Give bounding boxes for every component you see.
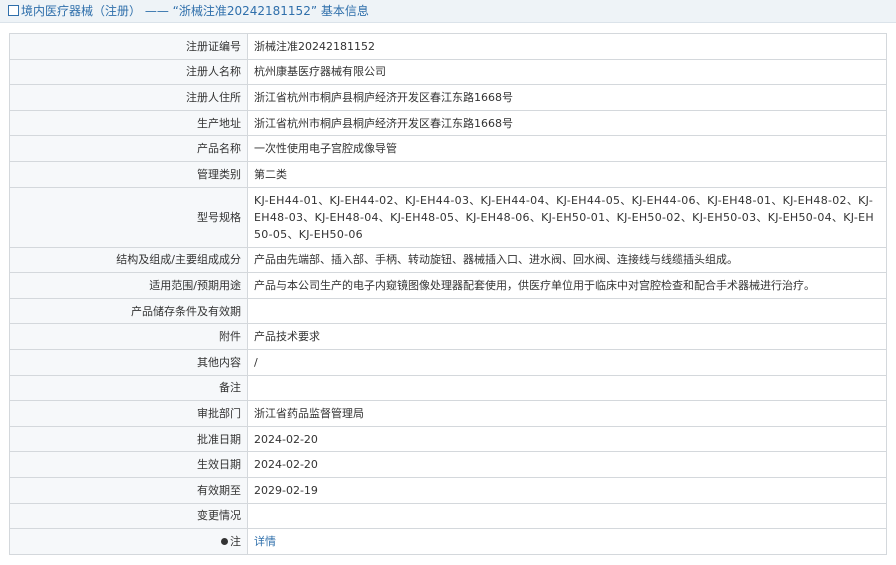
info-table: 注册证编号 浙械注准20242181152 注册人名称 杭州康基医疗器械有限公司 注… (9, 33, 887, 555)
row-value: / (247, 348, 887, 376)
row-value: 一次性使用电子宫腔成像导管 (247, 135, 887, 162)
table-row: 注册人名称 杭州康基医疗器械有限公司 (9, 58, 887, 86)
page-title: 境内医疗器械（注册） —— “浙械注准20242181152” 基本信息 (21, 4, 369, 18)
row-label: 注册证编号 (9, 33, 248, 60)
row-label: 注册人住所 (9, 84, 248, 111)
row-label: 产品储存条件及有效期 (9, 297, 248, 325)
note-value-cell: 详情 (247, 528, 887, 555)
row-value: 第二类 (247, 160, 887, 188)
note-label: 注 (230, 534, 241, 548)
row-label: 注册人名称 (9, 58, 248, 86)
row-label: 备注 (9, 374, 248, 402)
square-icon (8, 5, 19, 16)
note-label-cell: 注 (9, 528, 248, 555)
row-value (247, 502, 887, 530)
row-label: 审批部门 (9, 400, 248, 427)
table-row: 结构及组成/主要组成成分 产品由先端部、插入部、手柄、转动旋钮、器械插入口、进水阀… (9, 246, 887, 274)
row-label: 结构及组成/主要组成成分 (9, 246, 248, 274)
table-row: 产品名称 一次性使用电子宫腔成像导管 (9, 135, 887, 162)
row-value: 浙江省杭州市桐庐县桐庐经济开发区春江东路1668号 (247, 109, 887, 137)
table-row: 管理类别 第二类 (9, 160, 887, 188)
details-link[interactable]: 详情 (254, 535, 276, 548)
row-value: 产品由先端部、插入部、手柄、转动旋钮、器械插入口、进水阀、回水阀、连接线与线缆插… (247, 246, 887, 274)
row-label: 变更情况 (9, 502, 248, 530)
row-label: 型号规格 (9, 186, 248, 248)
table-row: 变更情况 (9, 502, 887, 530)
row-label: 管理类别 (9, 160, 248, 188)
row-label: 附件 (9, 323, 248, 350)
table-row: 生产地址 浙江省杭州市桐庐县桐庐经济开发区春江东路1668号 (9, 109, 887, 137)
table-row: 注 详情 (9, 528, 887, 555)
row-label: 其他内容 (9, 348, 248, 376)
row-value: 杭州康基医疗器械有限公司 (247, 58, 887, 86)
bulb-icon (221, 537, 228, 545)
table-row: 注册人住所 浙江省杭州市桐庐县桐庐经济开发区春江东路1668号 (9, 84, 887, 111)
row-label: 适用范围/预期用途 (9, 272, 248, 299)
table-row: 审批部门 浙江省药品监督管理局 (9, 400, 887, 427)
row-value: 2024-02-20 (247, 451, 887, 478)
table-row: 注册证编号 浙械注准20242181152 (9, 33, 887, 60)
row-value: 2029-02-19 (247, 476, 887, 504)
table-row: 型号规格 KJ-EH44-01、KJ-EH44-02、KJ-EH44-03、KJ-… (9, 186, 887, 248)
row-value (247, 374, 887, 402)
row-value (247, 297, 887, 325)
row-value: 浙械注准20242181152 (247, 33, 887, 60)
page-header: 境内医疗器械（注册） —— “浙械注准20242181152” 基本信息 (0, 0, 896, 23)
row-value: 产品与本公司生产的电子内窥镜图像处理器配套使用，供医疗单位用于临床中对宫腔检查和… (247, 272, 887, 299)
table-row: 批准日期 2024-02-20 (9, 425, 887, 453)
row-value: 浙江省杭州市桐庐县桐庐经济开发区春江东路1668号 (247, 84, 887, 111)
row-label: 生产地址 (9, 109, 248, 137)
table-row: 生效日期 2024-02-20 (9, 451, 887, 478)
row-value: KJ-EH44-01、KJ-EH44-02、KJ-EH44-03、KJ-EH44… (247, 186, 887, 248)
table-row: 备注 (9, 374, 887, 402)
row-label: 生效日期 (9, 451, 248, 478)
row-label: 批准日期 (9, 425, 248, 453)
table-row: 产品储存条件及有效期 (9, 297, 887, 325)
row-value: 2024-02-20 (247, 425, 887, 453)
table-row: 其他内容 / (9, 348, 887, 376)
row-value: 浙江省药品监督管理局 (247, 400, 887, 427)
table-row: 有效期至 2029-02-19 (9, 476, 887, 504)
table-row: 适用范围/预期用途 产品与本公司生产的电子内窥镜图像处理器配套使用，供医疗单位用于… (9, 272, 887, 299)
row-value: 产品技术要求 (247, 323, 887, 350)
row-label: 有效期至 (9, 476, 248, 504)
table-row: 附件 产品技术要求 (9, 323, 887, 350)
row-label: 产品名称 (9, 135, 248, 162)
